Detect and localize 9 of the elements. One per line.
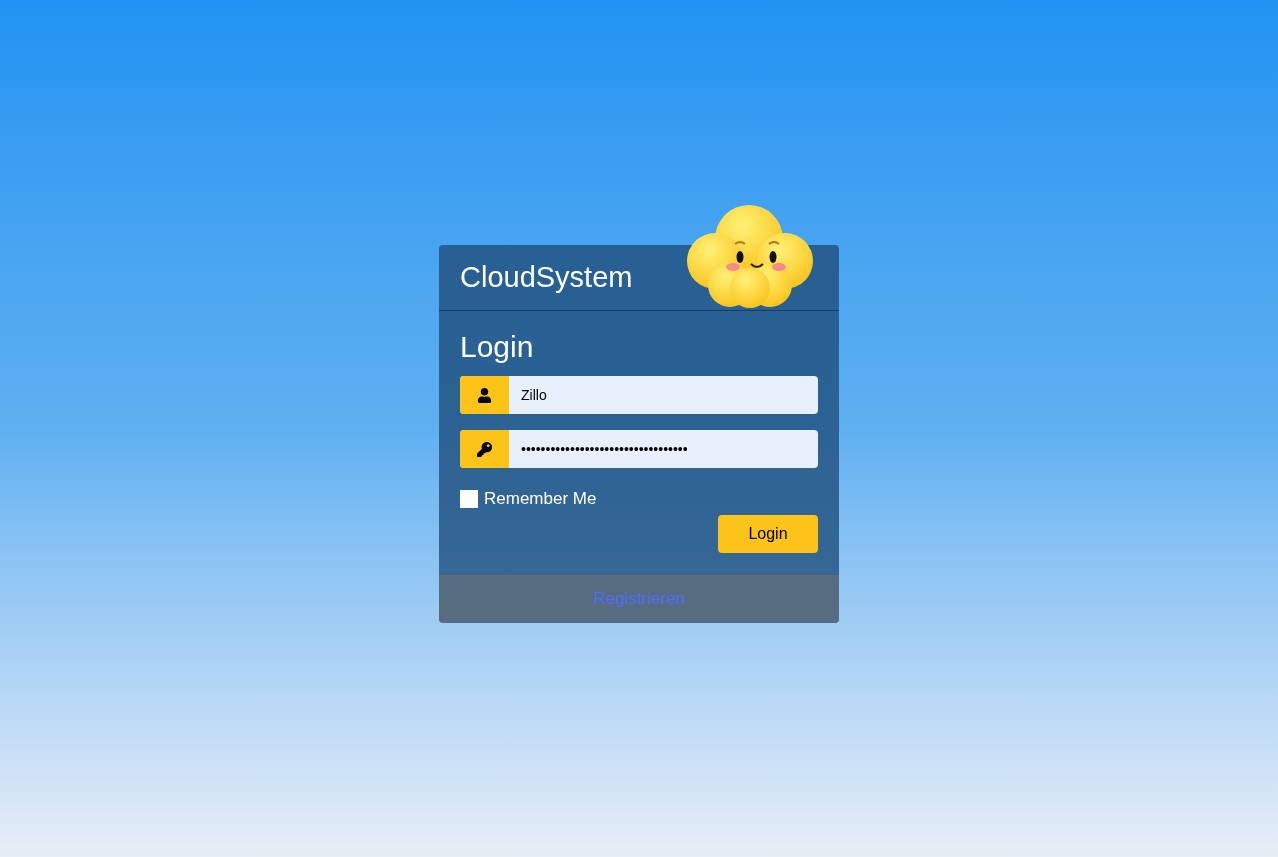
login-button[interactable]: Login <box>718 514 818 553</box>
key-icon <box>477 441 492 457</box>
password-field[interactable]: •••••••••••••••••••••••••••••••••• <box>460 430 818 468</box>
username-field[interactable]: Zillo <box>460 376 818 414</box>
remember-checkbox[interactable] <box>460 489 478 508</box>
brand-title: CloudSystem <box>460 259 633 295</box>
user-icon <box>477 387 492 403</box>
login-heading: Login <box>460 329 535 365</box>
remember-label: Remember Me <box>484 488 597 510</box>
